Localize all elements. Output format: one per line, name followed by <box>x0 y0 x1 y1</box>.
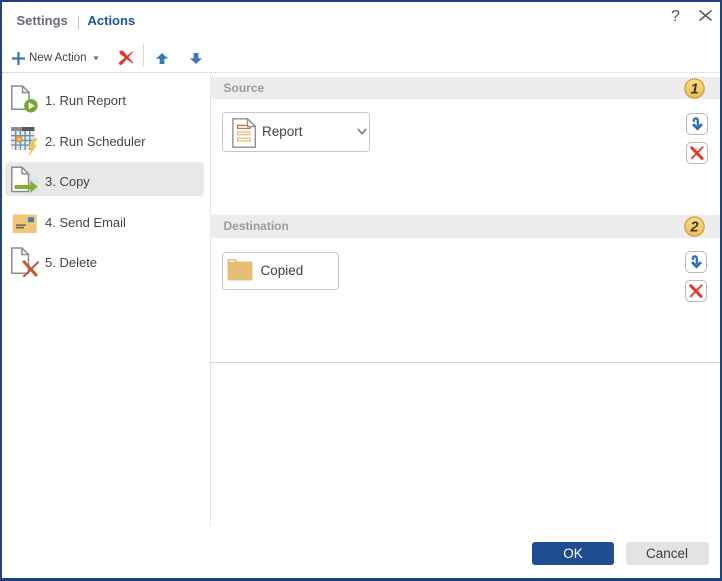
svg-text:2: 2 <box>689 219 698 235</box>
svg-text:1: 1 <box>690 81 698 97</box>
